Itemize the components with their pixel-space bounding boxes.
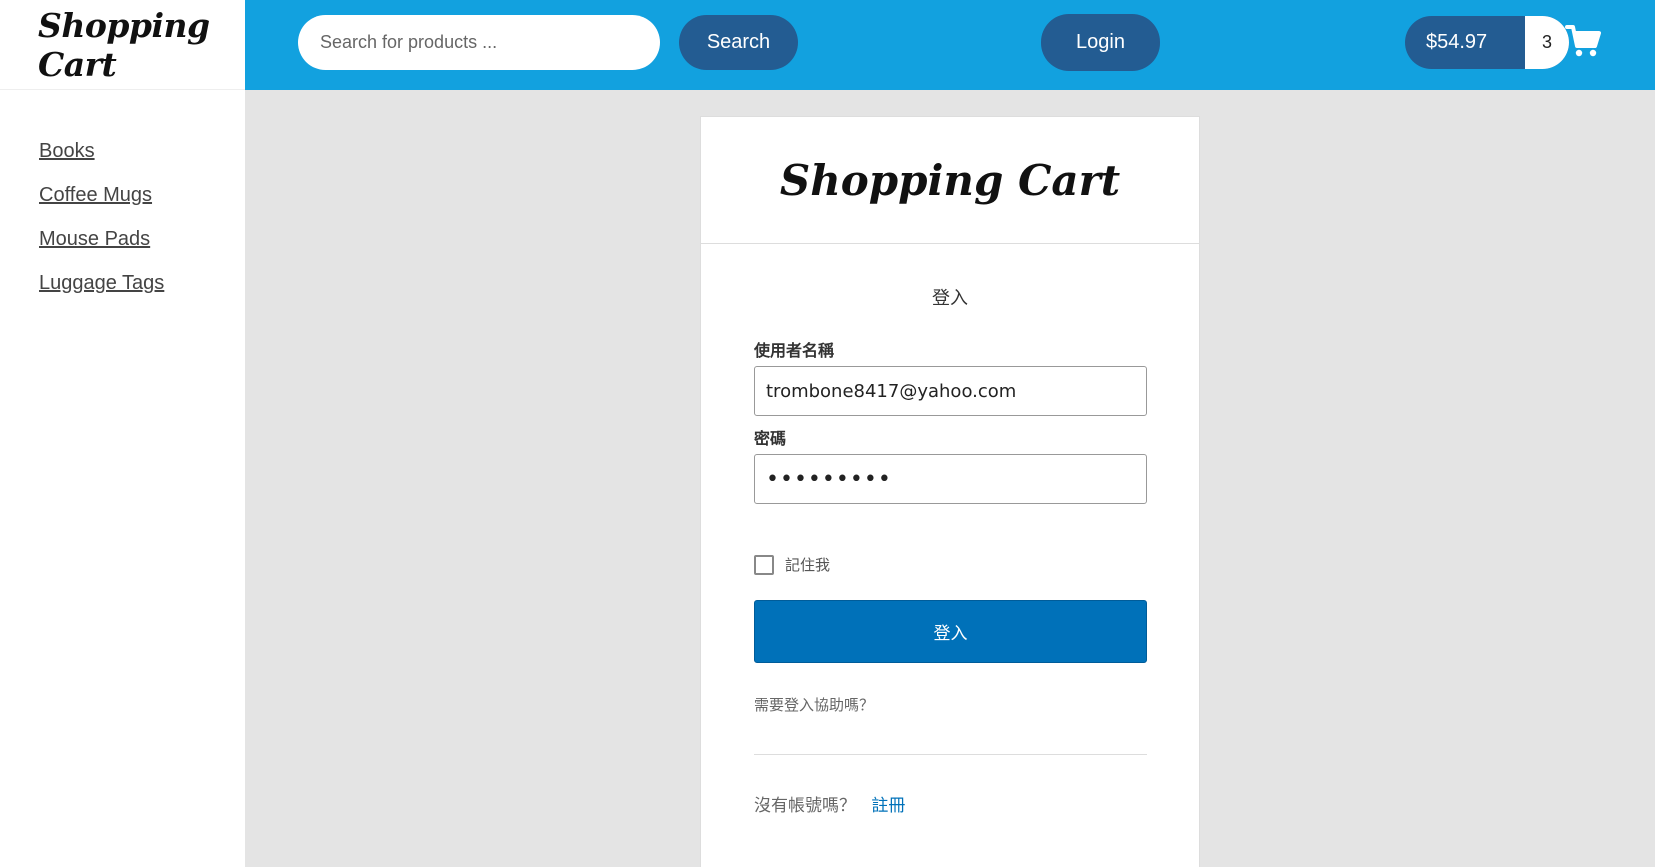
- search-button[interactable]: Search: [679, 15, 798, 70]
- login-button[interactable]: Login: [1041, 14, 1160, 71]
- category-item: Luggage Tags: [39, 272, 245, 316]
- password-field[interactable]: [754, 454, 1147, 504]
- no-account-text: 沒有帳號嗎？: [754, 796, 856, 816]
- shopping-cart-icon[interactable]: [1565, 24, 1601, 58]
- signup-row: 沒有帳號嗎？ 註冊: [754, 791, 905, 816]
- password-label: 密碼: [754, 429, 787, 448]
- cart-total-amount: $54.97: [1426, 31, 1488, 53]
- login-card-logo: Shopping Cart: [701, 117, 1199, 244]
- top-header: Search Login $54.97 3: [245, 0, 1655, 90]
- category-item: Coffee Mugs: [39, 184, 245, 228]
- sidebar: Shopping Cart Books Coffee Mugs Mouse Pa…: [0, 0, 245, 867]
- category-link-mouse-pads[interactable]: Mouse Pads: [39, 228, 150, 250]
- divider: [754, 754, 1147, 755]
- brand-logo[interactable]: Shopping Cart: [0, 0, 245, 90]
- remember-me-checkbox[interactable]: [754, 554, 774, 575]
- username-label: 使用者名稱: [754, 341, 835, 360]
- category-link-books[interactable]: Books: [39, 140, 95, 162]
- category-link-coffee-mugs[interactable]: Coffee Mugs: [39, 184, 152, 206]
- category-item: Mouse Pads: [39, 228, 245, 272]
- remember-me-label: 記住我: [785, 556, 831, 574]
- login-form-title: 登入: [932, 288, 968, 309]
- username-field[interactable]: [754, 366, 1147, 416]
- category-link-luggage-tags[interactable]: Luggage Tags: [39, 272, 164, 294]
- login-card: Shopping Cart 登入 使用者名稱 密碼 記住我 登入 需要登入協助嗎…: [700, 116, 1200, 867]
- register-link[interactable]: 註冊: [871, 796, 905, 816]
- login-help-link[interactable]: 需要登入協助嗎？: [754, 694, 874, 715]
- search-input[interactable]: [298, 15, 660, 70]
- cart-summary[interactable]: $54.97 3: [1405, 16, 1569, 69]
- login-submit-button[interactable]: 登入: [754, 600, 1147, 663]
- remember-me: 記住我: [754, 554, 830, 575]
- cart-item-count: 3: [1525, 16, 1569, 69]
- category-list: Books Coffee Mugs Mouse Pads Luggage Tag…: [0, 90, 245, 316]
- category-item: Books: [39, 140, 245, 184]
